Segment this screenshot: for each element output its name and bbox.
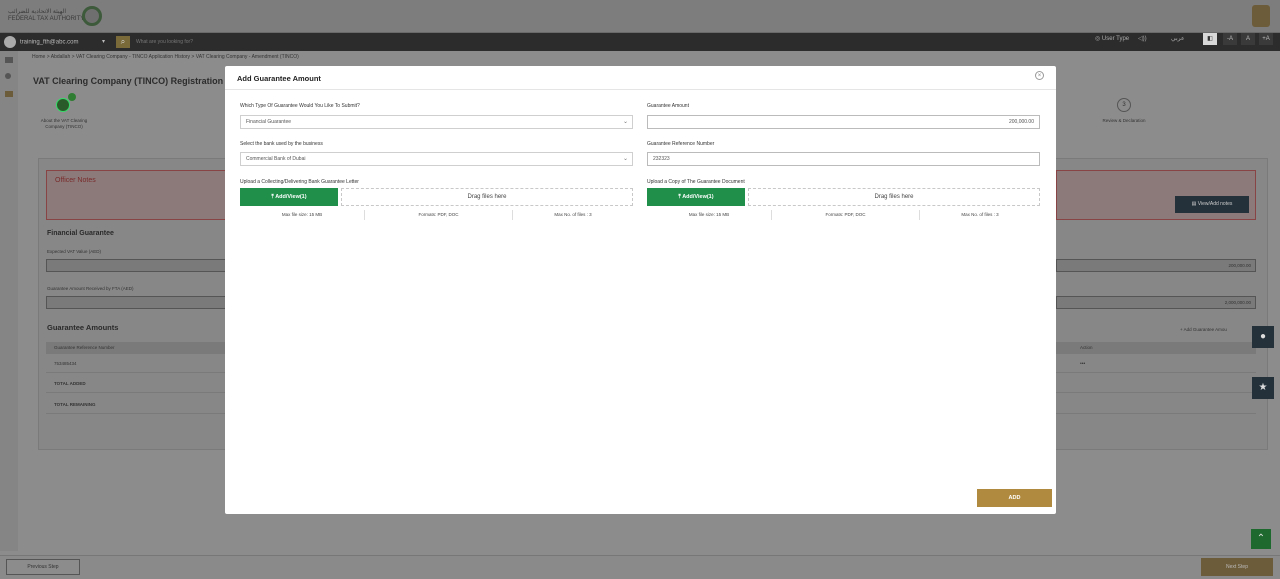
view-add-notes-button[interactable]: ▤ View/Add notes <box>1175 196 1249 213</box>
user-type-label: User Type <box>1101 36 1130 42</box>
modal-title: Add Guarantee Amount <box>237 74 321 83</box>
site-header: الهيئة الاتحادية للضرائب FEDERAL TAX AUT… <box>0 0 1280 33</box>
logo-english: FEDERAL TAX AUTHORITY <box>8 16 85 22</box>
user-email: training_fth@abc.com <box>20 39 79 46</box>
font-decrease-button[interactable]: -A <box>1223 33 1237 45</box>
footer-bar <box>0 555 1280 579</box>
breadcrumb-bar: Home > Abdallah > VAT Clearing Company -… <box>0 51 1280 64</box>
user-avatar-icon <box>4 36 16 48</box>
user-type-selector[interactable]: ◎ User Type <box>1095 33 1129 45</box>
bank-select[interactable]: Commercial Bank of Dubai ⌄ <box>240 152 633 166</box>
view-add-notes-label: View/Add notes <box>1197 201 1233 207</box>
guarantee-type-value: Financial Guarantee <box>246 119 292 125</box>
add-guarantee-link[interactable]: + Add Guarantee Amou <box>1180 327 1227 332</box>
upload-letter-label: Upload a Collecting/Delivering Bank Guar… <box>240 179 359 185</box>
officer-notes-title: Officer Notes <box>55 177 96 184</box>
close-icon[interactable]: × <box>1035 71 1044 80</box>
audio-icon[interactable]: ◁)) <box>1138 33 1147 45</box>
guarantee-reference-input[interactable]: 232323 <box>647 152 1040 166</box>
add-button[interactable]: ADD <box>977 489 1052 507</box>
add-guarantee-modal: Add Guarantee Amount × Which Type Of Gua… <box>225 66 1056 514</box>
language-toggle[interactable]: عربي <box>1171 33 1185 45</box>
upload-document-formats: Formats: PDF, DOC <box>771 210 919 220</box>
info-icon[interactable]: ● <box>1252 326 1274 348</box>
total-added-row: TOTAL ADDED <box>46 375 226 393</box>
upload-letter-dropzone[interactable]: Drag files here <box>341 188 633 206</box>
table-row: 753485434 <box>46 355 226 373</box>
row-action-menu[interactable]: ••• <box>1056 355 1256 373</box>
upload-letter-button-label: Add/View(1) <box>275 194 307 200</box>
total-added-row-right <box>1056 375 1256 393</box>
guarantee-type-select[interactable]: Financial Guarantee ⌄ <box>240 115 633 129</box>
received-amount-label: Guarantee Amount Received by FTA (AED) <box>47 286 134 291</box>
financial-guarantee-title: Financial Guarantee <box>47 230 114 237</box>
guarantee-amount-input[interactable]: 200,000.00 <box>647 115 1040 129</box>
upload-letter-formats: Formats: PDF, DOC <box>364 210 512 220</box>
guarantee-amounts-title: Guarantee Amounts <box>47 323 119 332</box>
check-icon <box>68 93 76 101</box>
total-remaining-row-right <box>1056 396 1256 414</box>
table-header-reference: Guarantee Reference Number <box>46 342 226 354</box>
guarantee-type-label: Which Type Of Guarantee Would You Like T… <box>240 103 360 109</box>
modal-divider <box>225 89 1056 90</box>
step-1-label: About the VAT Clearing Company (TINCO) <box>40 118 88 129</box>
received-amount-field <box>46 296 226 309</box>
user-menu[interactable]: training_fth@abc.com ▾ <box>4 36 114 48</box>
previous-step-button[interactable]: Previous Step <box>6 559 80 575</box>
top-navbar: training_fth@abc.com ▾ ⌕ What are you lo… <box>0 33 1280 51</box>
scroll-top-icon[interactable]: ⌃ <box>1251 529 1271 549</box>
upload-letter-max-files: Max No. of files : 3 <box>512 210 633 220</box>
guarantee-reference-label: Guarantee Reference Number <box>647 141 715 147</box>
upload-document-max-files: Max No. of files : 3 <box>919 210 1040 220</box>
guarantee-amount-label: Guarantee Amount <box>647 103 689 109</box>
breadcrumb[interactable]: Home > Abdallah > VAT Clearing Company -… <box>32 54 299 60</box>
upload-letter-button[interactable]: ⤒ Add/View(1) <box>240 188 338 206</box>
page-title: VAT Clearing Company (TINCO) Registratio… <box>33 76 229 86</box>
expected-vat-field <box>46 259 226 272</box>
upload-letter-max-size: Max file size: 15 MB <box>281 212 323 217</box>
expected-vat-label: Expected VAT Value (AED) <box>47 249 101 254</box>
step-last-label: Review & Declaration <box>1102 118 1146 123</box>
upload-document-label: Upload a Copy of The Guarantee Document <box>647 179 745 185</box>
bank-value: Commercial Bank of Dubai <box>246 156 306 162</box>
menu-icon[interactable] <box>5 57 13 63</box>
upload-document-button-label: Add/View(1) <box>682 194 714 200</box>
left-rail <box>0 51 18 551</box>
expected-vat-value: 200,000.00 <box>1056 259 1256 272</box>
bank-label: Select the bank used by the business <box>240 141 323 147</box>
font-normal-button[interactable]: A <box>1241 33 1255 45</box>
fta-logo-text: الهيئة الاتحادية للضرائب FEDERAL TAX AUT… <box>8 9 84 23</box>
table-header-action: Action <box>1056 342 1256 354</box>
font-increase-button[interactable]: +A <box>1259 33 1273 45</box>
dashboard-icon[interactable] <box>5 73 11 79</box>
logo-arabic: الهيئة الاتحادية للضرائب <box>8 9 67 15</box>
upload-document-max-size: Max file size: 15 MB <box>688 212 730 217</box>
officer-notes-panel: Officer Notes <box>46 170 226 220</box>
upload-document-button[interactable]: ⤒ Add/View(1) <box>647 188 745 206</box>
chevron-down-icon[interactable]: ▾ <box>102 36 105 48</box>
chevron-down-icon: ⌄ <box>622 156 628 162</box>
contrast-icon[interactable]: ◧ <box>1203 33 1217 45</box>
next-step-button[interactable]: Next Step <box>1201 558 1273 576</box>
upload-document-dropzone[interactable]: Drag files here <box>748 188 1040 206</box>
fta-logo-icon[interactable] <box>82 6 102 26</box>
folder-icon[interactable] <box>5 91 13 97</box>
step-1-indicator[interactable] <box>56 98 70 112</box>
search-input[interactable]: What are you looking for? <box>136 36 193 48</box>
star-icon[interactable]: ★ <box>1252 377 1274 399</box>
search-icon[interactable]: ⌕ <box>116 36 130 48</box>
uae-emblem-icon <box>1252 5 1270 27</box>
chevron-down-icon: ⌄ <box>622 119 628 125</box>
total-remaining-row: TOTAL REMAINING <box>46 396 226 414</box>
step-last-indicator[interactable]: 3 <box>1117 98 1131 112</box>
received-amount-value: 2,000,000.00 <box>1056 296 1256 309</box>
